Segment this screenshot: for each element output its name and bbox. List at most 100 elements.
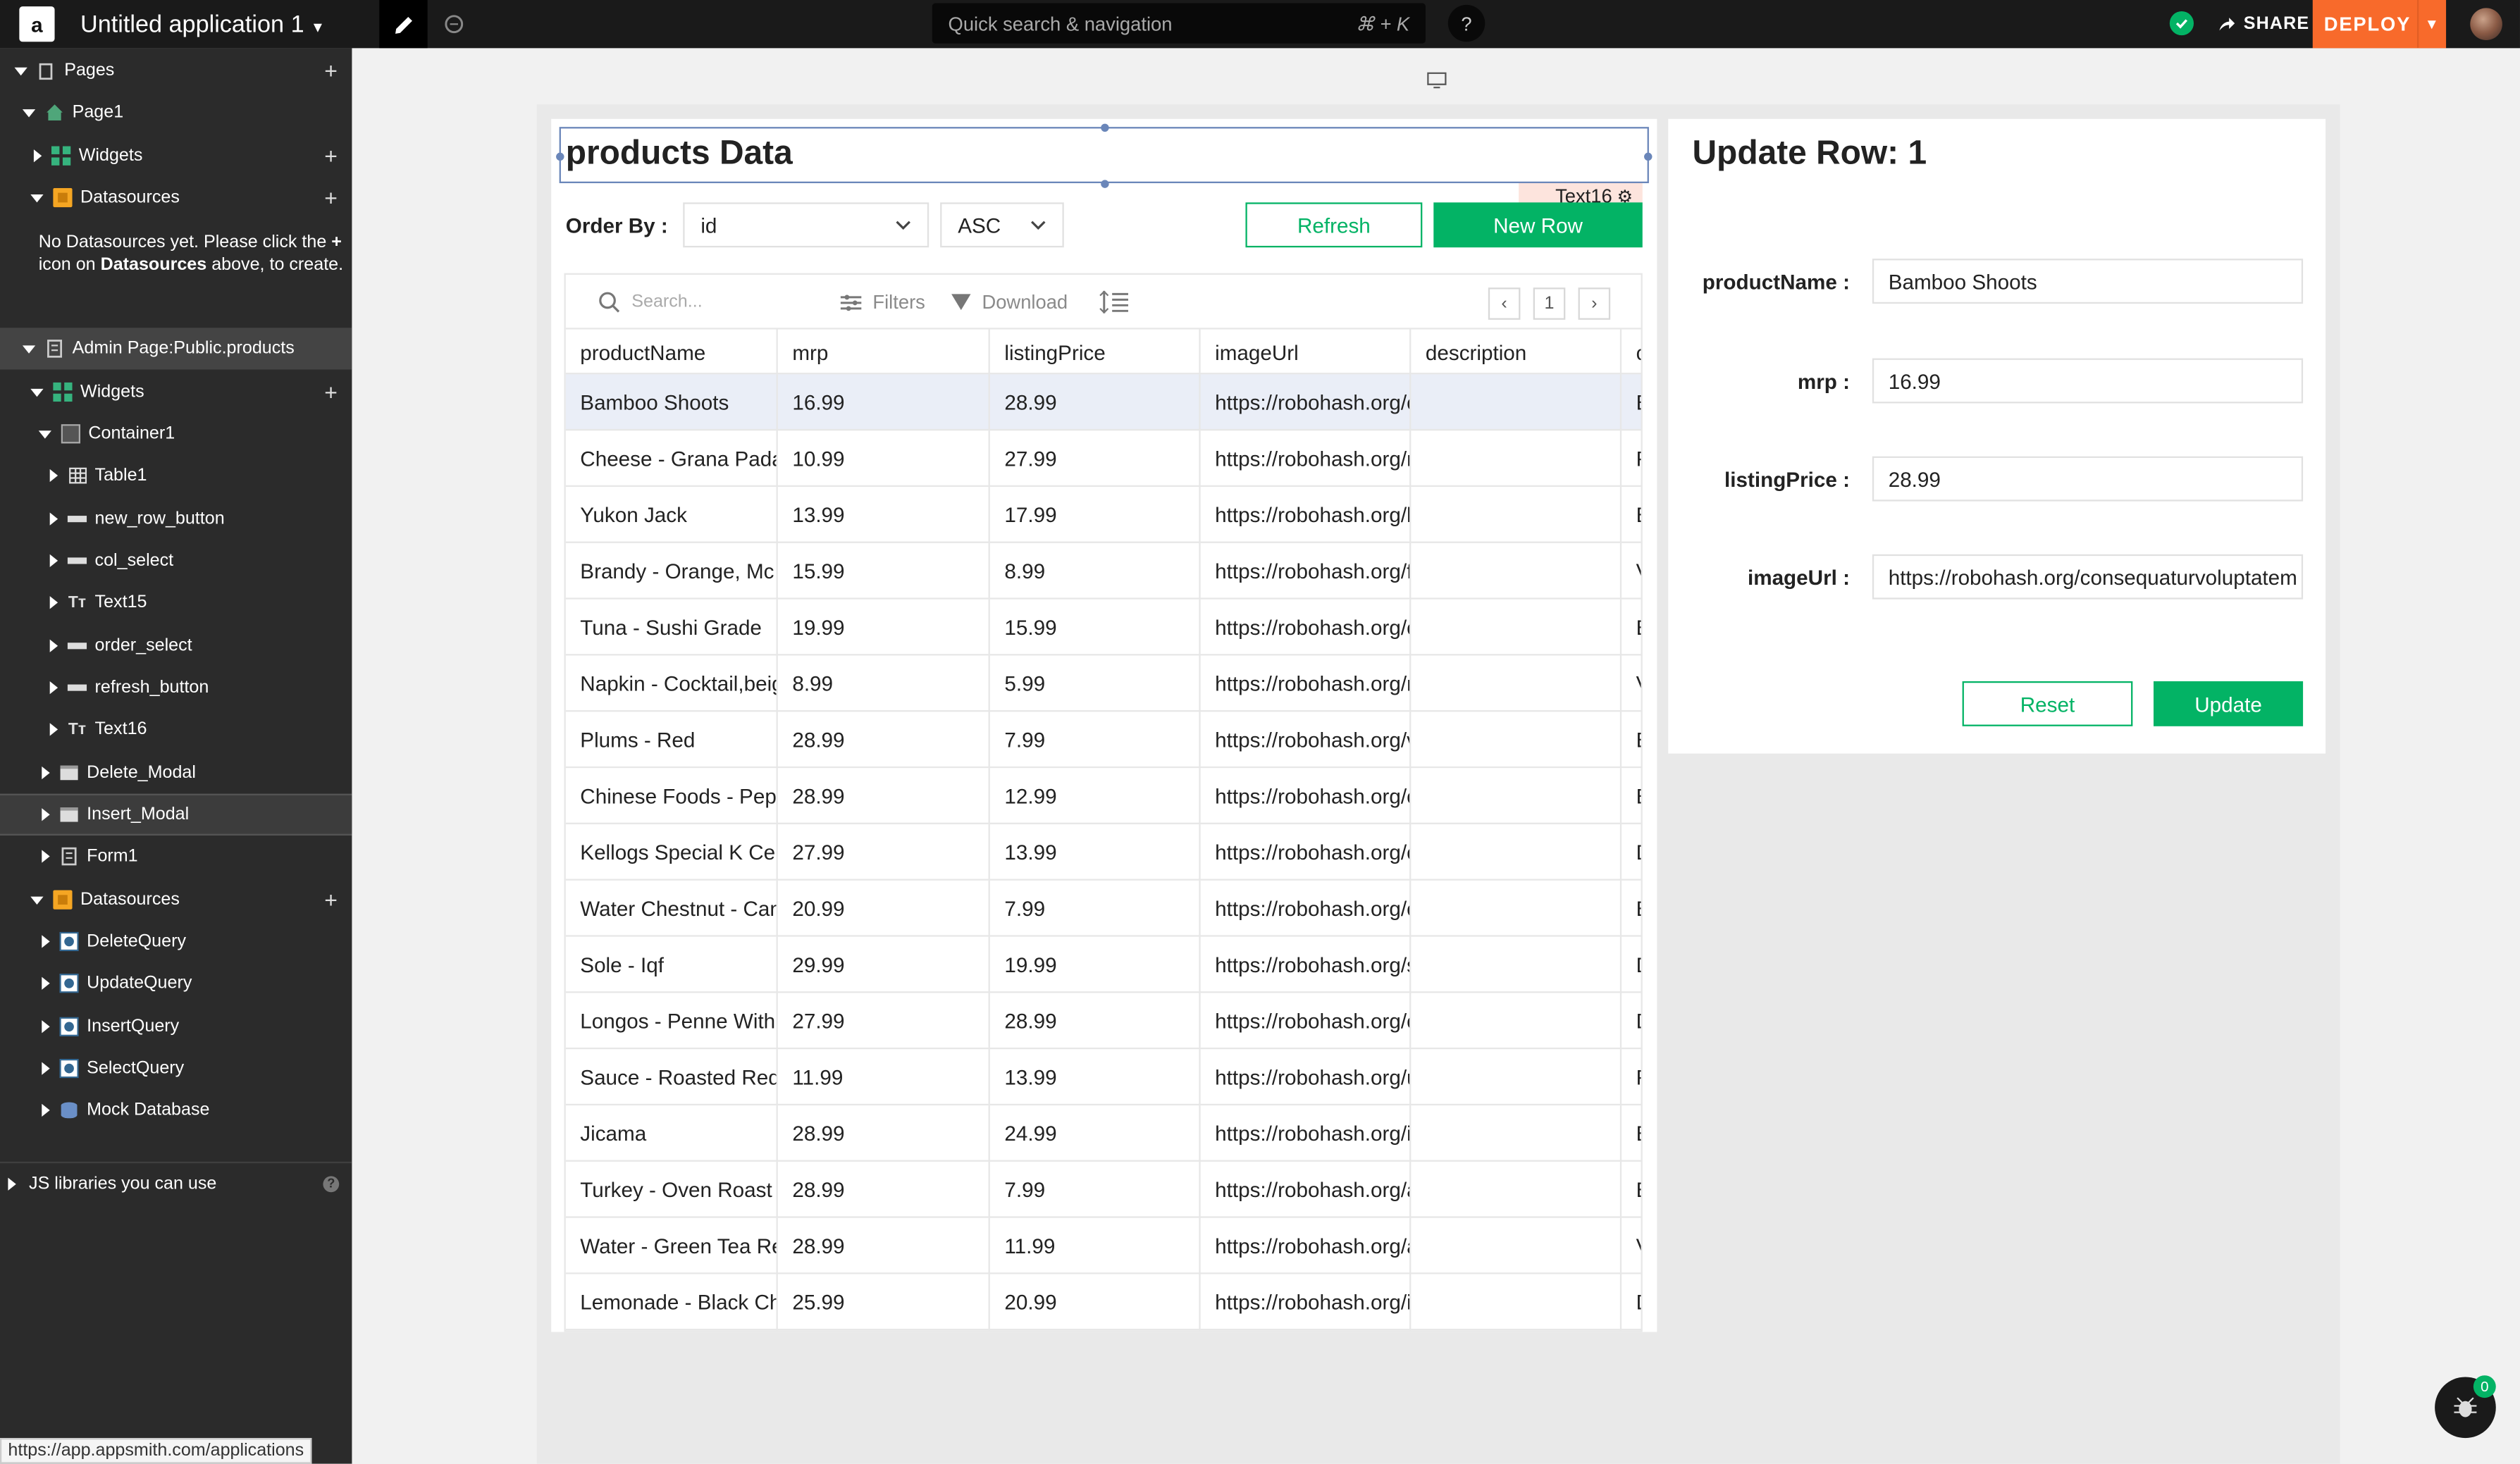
refresh-button[interactable]: Refresh [1245, 202, 1423, 248]
row-height-button[interactable] [1099, 275, 1128, 330]
edit-mode-button[interactable] [379, 0, 428, 49]
next-page-button[interactable]: › [1578, 287, 1611, 320]
js-libraries-section[interactable]: JS libraries you can use ? [0, 1161, 352, 1203]
user-avatar[interactable] [2470, 8, 2502, 41]
table-cell: D [1622, 1274, 1641, 1331]
table-row[interactable]: Jicama28.9924.99https://robohash.org/i E [565, 1105, 1641, 1162]
table-search[interactable]: Search... [598, 275, 703, 330]
tree-item-insert-modal[interactable]: Insert_Modal [0, 793, 352, 836]
desktop-icon[interactable] [1427, 68, 1447, 97]
tree-item-container1[interactable]: Container1 [0, 413, 352, 454]
table-cell: Napkin - Cocktail,beige [566, 655, 778, 712]
column-header[interactable]: productName [566, 329, 778, 375]
app-title[interactable]: Untitled application 1 ▼ [80, 11, 325, 38]
admin-widgets-item[interactable]: Widgets + [0, 371, 352, 413]
add-widget-icon[interactable]: + [324, 379, 338, 404]
tree-item-col-select[interactable]: col_select [0, 540, 352, 581]
column-header[interactable]: c [1622, 330, 1641, 375]
tree-item-table1[interactable]: Table1 [0, 454, 352, 496]
table-cell [1411, 542, 1622, 600]
table-cell: 8.99 [778, 655, 990, 712]
widgets-icon [51, 146, 71, 166]
query-select-item[interactable]: SelectQuery [0, 1048, 352, 1089]
add-datasource-icon[interactable]: + [324, 887, 338, 912]
chevron-down-icon: ▼ [310, 18, 326, 35]
new-row-button[interactable]: New Row [1433, 202, 1643, 248]
table-cell: 28.99 [778, 1105, 990, 1162]
query-insert-item[interactable]: InsertQuery [0, 1006, 352, 1048]
pages-section[interactable]: Pages + [0, 50, 352, 92]
table-row[interactable]: Kellogs Special K Cereal27.9913.99https:… [565, 824, 1641, 881]
tree-item-text15[interactable]: Tт Text15 [0, 582, 352, 624]
help-button[interactable]: ? [1447, 4, 1486, 42]
deploy-button[interactable]: DEPLOY ▼ [2312, 0, 2447, 49]
add-widget-icon[interactable]: + [324, 143, 338, 168]
table-row[interactable]: Brandy - Orange, Mc 15.99 8.99 https://robo… [565, 542, 1641, 600]
table-row[interactable]: Longos - Penne With 27.99 28.99 https://rob… [565, 993, 1641, 1050]
mock-database-item[interactable]: Mock Database [0, 1089, 352, 1131]
tree-item-refresh-button[interactable]: refresh_button [0, 666, 352, 708]
admin-datasources-item[interactable]: Datasources + [0, 879, 352, 920]
tree-item-label: Insert_Modal [87, 805, 190, 824]
table-row[interactable]: Bamboo Shoots 16.99 28.99 https://robohash.… [565, 374, 1641, 431]
query-delete-item[interactable]: DeleteQuery [0, 921, 352, 962]
tree-item-new-row-button[interactable]: new_row_button [0, 498, 352, 540]
share-label: SHARE [2243, 14, 2310, 34]
help-icon[interactable]: ? [323, 1175, 340, 1192]
comment-mode-button[interactable] [434, 0, 473, 48]
table-row[interactable]: Tuna - Sushi Grade 19.99 15.99 https://robo… [565, 599, 1641, 656]
prev-page-button[interactable]: ‹ [1488, 287, 1521, 320]
table-cell: 8.99 [990, 542, 1201, 600]
admin-page-item[interactable]: Admin Page:Public.products [0, 328, 352, 370]
table-row[interactable]: Sauce - Roasted Red 11.99 13.99 https://rob… [565, 1049, 1641, 1106]
tree-item-order-select[interactable]: order_select [0, 625, 352, 666]
product-name-input[interactable]: Bamboo Shoots [1872, 259, 2304, 304]
download-button[interactable]: Download [950, 275, 1068, 330]
query-update-item[interactable]: UpdateQuery [0, 962, 352, 1004]
page-title[interactable]: products Data [566, 135, 793, 174]
column-header[interactable]: listingPrice [990, 329, 1201, 375]
page1-item[interactable]: Page1 [0, 92, 352, 133]
table-row[interactable]: Sole - Iqf 29.99 19.99 https://robohash.org… [565, 936, 1641, 993]
listing-price-input[interactable]: 28.99 [1872, 456, 2304, 502]
share-button[interactable]: SHARE [2218, 0, 2309, 48]
order-select[interactable]: ASC [940, 202, 1064, 248]
mrp-input[interactable]: 16.99 [1872, 358, 2304, 404]
filters-button[interactable]: Filters [840, 275, 925, 330]
app-title-text: Untitled application 1 [80, 10, 304, 38]
col-select[interactable]: id [683, 202, 929, 248]
table-row[interactable]: Cheese - Grana Padano10.9927.99https://r… [565, 430, 1641, 488]
column-header[interactable]: mrp [778, 329, 990, 375]
table-row[interactable]: Napkin - Cocktail,beige 8.99 5.99 https://r… [565, 655, 1641, 712]
resize-handle-right[interactable] [1644, 152, 1653, 161]
table-row[interactable]: Yukon Jack 13.99 17.99 https://robohash.org… [565, 487, 1641, 543]
page1-datasources-item[interactable]: Datasources + [0, 177, 352, 218]
update-button[interactable]: Update [2154, 681, 2304, 726]
resize-handle-left[interactable] [556, 152, 564, 161]
resize-handle-bottom[interactable] [1101, 180, 1109, 188]
page1-widgets-item[interactable]: Widgets + [0, 135, 352, 177]
deploy-dropdown-icon[interactable]: ▼ [2417, 0, 2446, 49]
products-table[interactable]: Search... Filters Download ‹ 1 › product… [564, 273, 1643, 1332]
table-row[interactable]: Lemonade - Black Cherry25.9920.99https:/… [565, 1274, 1641, 1331]
tree-item-text16[interactable]: Tт Text16 [0, 709, 352, 750]
appsmith-logo[interactable]: a [19, 6, 55, 42]
quick-search-bar[interactable]: Quick search & navigation ⌘ + K [932, 3, 1426, 44]
page-number[interactable]: 1 [1533, 287, 1566, 320]
tree-item-delete-modal[interactable]: Delete_Modal [0, 752, 352, 793]
add-datasource-icon[interactable]: + [324, 185, 338, 210]
explorer-sidebar: Pages + Page1 Widgets + Datasources + No… [0, 48, 352, 1464]
column-header[interactable]: description [1411, 329, 1622, 375]
table-row[interactable]: Water - Green Tea Refresher28.9911.99htt… [565, 1217, 1641, 1274]
tree-item-form1[interactable]: Form1 [0, 836, 352, 877]
table-row[interactable]: Plums - Red 28.99 7.99 https://robohash.org… [565, 712, 1641, 769]
add-page-icon[interactable]: + [324, 58, 338, 83]
table-row[interactable]: Water Chestnut - Canned20.997.99https://… [565, 880, 1641, 937]
reset-button[interactable]: Reset [1962, 681, 2133, 726]
image-url-input[interactable]: https://robohash.org/consequaturvoluptat… [1872, 554, 2304, 600]
resize-handle-top[interactable] [1101, 123, 1109, 132]
column-header[interactable]: imageUrl [1201, 329, 1412, 375]
bug-icon [2454, 1397, 2477, 1418]
table-row[interactable]: Turkey - Oven Roast Breast28.997.99https… [565, 1161, 1641, 1218]
table-row[interactable]: Chinese Foods - Pepper28.9912.99https://… [565, 768, 1641, 824]
